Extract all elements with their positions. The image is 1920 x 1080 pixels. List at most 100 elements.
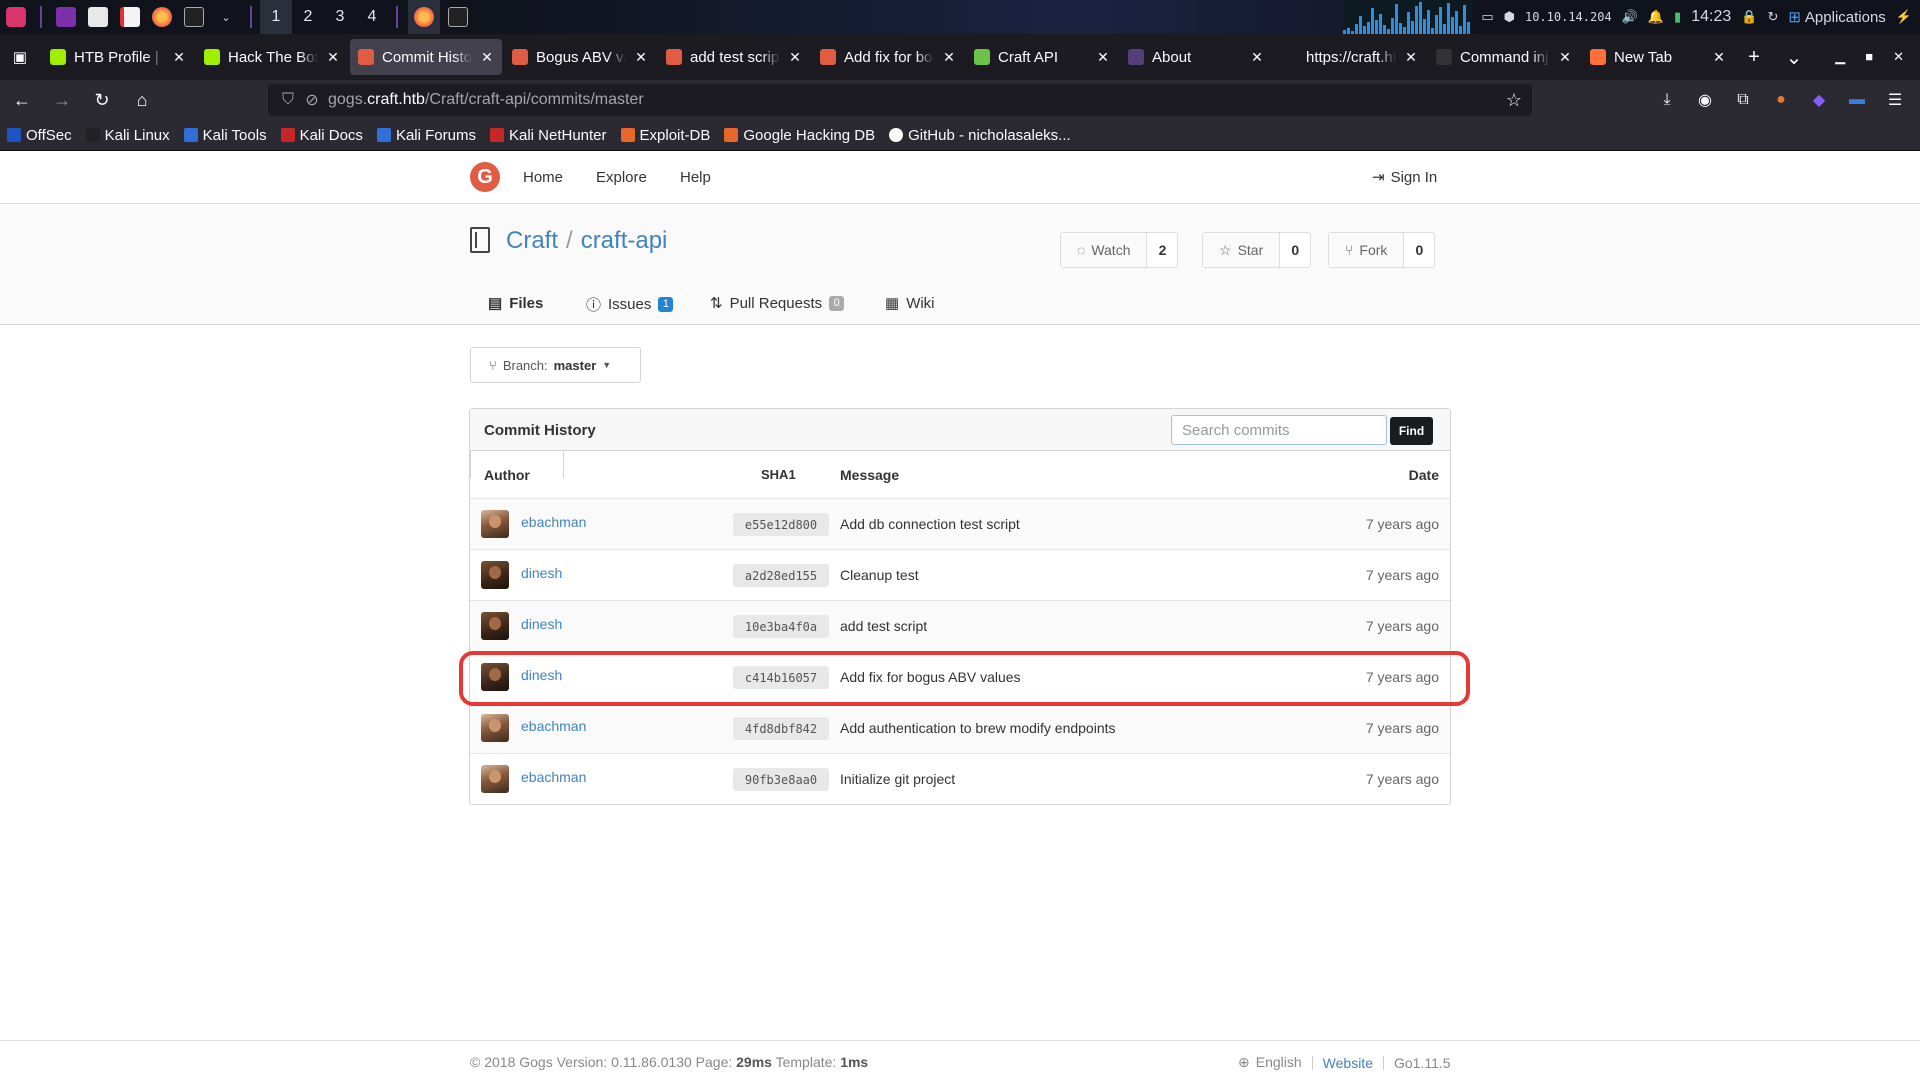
lock-icon[interactable]: 🔒 [1741, 9, 1757, 25]
find-button[interactable]: Find [1390, 417, 1433, 445]
fork-label[interactable]: ⑂ Fork [1329, 233, 1405, 267]
downloads-icon[interactable]: ⤓ [1652, 84, 1682, 116]
text-editor-icon[interactable] [116, 0, 144, 34]
workspace-1[interactable]: 1 [260, 0, 292, 34]
tab-close-icon[interactable]: ✕ [326, 49, 340, 66]
forward-button[interactable]: → [44, 84, 80, 116]
extension-flag-icon[interactable]: ▬ [1842, 84, 1872, 116]
tab-close-icon[interactable]: ✕ [788, 49, 802, 66]
commit-author-link[interactable]: dinesh [521, 565, 562, 581]
star-label[interactable]: ☆ Star [1203, 233, 1281, 267]
browser-tab[interactable]: Hack The Box ✕ [196, 39, 348, 75]
bookmark-google-hacking-db[interactable]: Google Hacking DB [717, 127, 882, 144]
watch-label[interactable]: ◌ Watch [1061, 233, 1148, 267]
url-bar[interactable]: ⛉ ⊘ gogs.craft.htb/Craft/craft-api/commi… [268, 84, 1532, 116]
watch-button[interactable]: ◌ Watch 2 [1060, 232, 1179, 268]
website-link[interactable]: Website [1323, 1055, 1373, 1071]
watch-count[interactable]: 2 [1147, 233, 1177, 267]
minimize-window-button[interactable]: ▁ [1835, 49, 1845, 65]
browser-tab[interactable]: About ✕ [1120, 39, 1272, 75]
browser-tab[interactable]: Bogus ABV val ✕ [504, 39, 656, 75]
avatar[interactable] [481, 612, 509, 640]
account-icon[interactable]: ◉ [1690, 84, 1720, 116]
tab-close-icon[interactable]: ✕ [1250, 49, 1264, 66]
avatar[interactable] [481, 765, 509, 793]
commit-sha-link[interactable]: a2d28ed155 [733, 564, 829, 587]
browser-tab[interactable]: add test script ✕ [658, 39, 810, 75]
vpn-icon[interactable]: ⬢ [1504, 9, 1515, 25]
tab-close-icon[interactable]: ✕ [480, 49, 494, 66]
browser-tab[interactable]: Add fix for bog ✕ [812, 39, 964, 75]
commit-author-link[interactable]: ebachman [521, 718, 586, 734]
home-button[interactable]: ⌂ [124, 84, 160, 116]
bookmark-kali-tools[interactable]: Kali Tools [177, 127, 274, 144]
nav-help[interactable]: Help [680, 169, 711, 186]
terminal-launcher-icon[interactable] [52, 0, 80, 34]
kali-menu-icon[interactable] [2, 0, 30, 34]
avatar[interactable] [481, 510, 509, 538]
new-tab-button[interactable]: + [1734, 34, 1774, 80]
reload-button[interactable]: ↻ [84, 84, 120, 116]
browser-tab[interactable]: https://craft.htb/ ✕ [1274, 39, 1426, 75]
terminal-window-icon[interactable] [444, 0, 472, 34]
commit-sha-link[interactable]: 4fd8dbf842 [733, 717, 829, 740]
workspace-4[interactable]: 4 [356, 0, 388, 34]
tab-overflow-chevron-icon[interactable]: ⌄ [1774, 34, 1814, 80]
bookmark-star-icon[interactable]: ☆ [1506, 90, 1522, 111]
browser-tab[interactable]: Commit History ✕ [350, 39, 502, 75]
notification-bell-icon[interactable]: 🔔 [1648, 9, 1664, 25]
search-commits-input[interactable]: Search commits [1171, 415, 1387, 445]
list-all-tabs-icon[interactable]: ▣ [0, 34, 40, 80]
bookmark-exploit-db[interactable]: Exploit-DB [614, 127, 718, 144]
tab-pull-requests[interactable]: ⇅ Pull Requests 0 [710, 294, 845, 312]
extensions-icon[interactable]: ⧉ [1728, 84, 1758, 116]
maximize-window-button[interactable]: ■ [1865, 49, 1873, 65]
foxyproxy-icon[interactable]: ● [1766, 84, 1796, 116]
avatar[interactable] [481, 714, 509, 742]
bookmark-offsec[interactable]: OffSec [0, 127, 79, 144]
browser-tab[interactable]: Command inje ✕ [1428, 39, 1580, 75]
terminal-icon[interactable] [180, 0, 208, 34]
tab-close-icon[interactable]: ✕ [634, 49, 648, 66]
repo-owner-link[interactable]: Craft [506, 227, 558, 254]
workspace-2[interactable]: 2 [292, 0, 324, 34]
tab-close-icon[interactable]: ✕ [1558, 49, 1572, 66]
repo-name-link[interactable]: craft-api [581, 227, 668, 254]
browser-tab[interactable]: New Tab ✕ [1582, 39, 1734, 75]
star-button[interactable]: ☆ Star 0 [1202, 232, 1312, 268]
commit-author-link[interactable]: dinesh [521, 667, 562, 683]
site-info-icon[interactable]: ⊘ [302, 90, 322, 110]
display-icon[interactable]: ▭ [1481, 9, 1493, 25]
nav-home[interactable]: Home [523, 169, 563, 186]
gogs-logo-icon[interactable]: G [470, 162, 500, 192]
shield-icon[interactable]: ⛉ [274, 91, 302, 109]
extension-badge-icon[interactable]: ◆ [1804, 84, 1834, 116]
tab-close-icon[interactable]: ✕ [1404, 49, 1418, 66]
file-manager-icon[interactable] [84, 0, 112, 34]
tab-issues[interactable]: ⓘ Issues 1 [586, 294, 674, 315]
fork-button[interactable]: ⑂ Fork 0 [1328, 232, 1436, 268]
bookmark-github[interactable]: GitHub - nicholasaleks... [882, 127, 1078, 144]
branch-dropdown[interactable]: ⑂ Branch: master ▼ [470, 347, 641, 383]
power-icon[interactable]: ⚡ [1896, 9, 1912, 25]
commit-sha-link[interactable]: 90fb3e8aa0 [733, 768, 829, 791]
firefox-launcher-icon[interactable] [148, 0, 176, 34]
tab-close-icon[interactable]: ✕ [1096, 49, 1110, 66]
browser-tab[interactable]: HTB Profile | H ✕ [42, 39, 194, 75]
tab-close-icon[interactable]: ✕ [1712, 49, 1726, 66]
back-button[interactable]: ← [4, 84, 40, 116]
commit-sha-link[interactable]: e55e12d800 [733, 513, 829, 536]
avatar[interactable] [481, 663, 509, 691]
bookmark-kali-linux[interactable]: Kali Linux [79, 127, 177, 144]
sign-in-link[interactable]: ⇥ Sign In [1372, 168, 1437, 187]
commit-author-link[interactable]: dinesh [521, 616, 562, 632]
refresh-icon[interactable]: ↻ [1767, 9, 1778, 25]
tab-wiki[interactable]: ▦ Wiki [885, 294, 935, 313]
tab-close-icon[interactable]: ✕ [172, 49, 186, 66]
commit-sha-link[interactable]: 10e3ba4f0a [733, 615, 829, 638]
applications-menu[interactable]: ⊞ Applications [1788, 8, 1885, 27]
hamburger-menu-icon[interactable]: ☰ [1880, 84, 1910, 116]
bookmark-kali-docs[interactable]: Kali Docs [274, 127, 370, 144]
tab-files[interactable]: ▤ Files [488, 294, 543, 313]
commit-author-link[interactable]: ebachman [521, 514, 586, 530]
